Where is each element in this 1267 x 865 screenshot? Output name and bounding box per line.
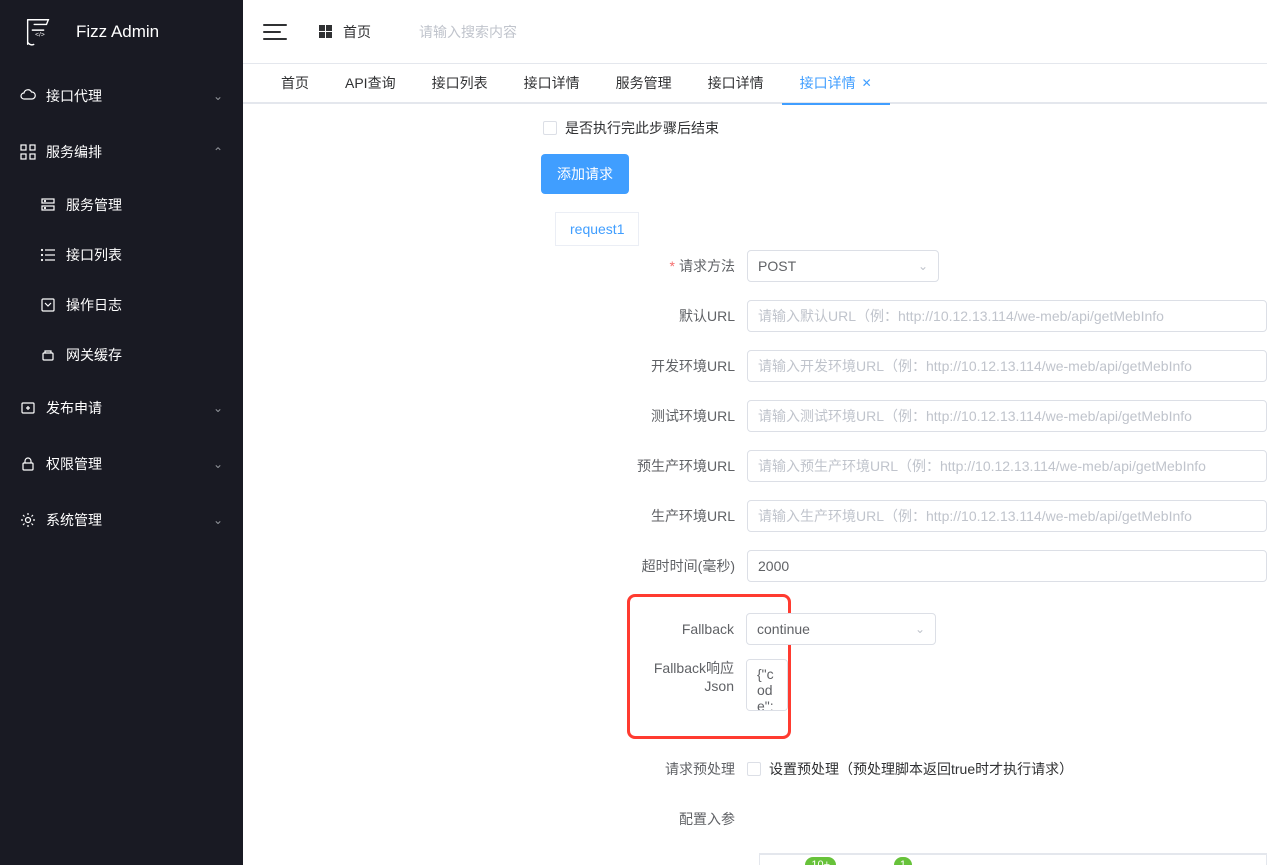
- menu-label: 接口代理: [46, 86, 213, 106]
- preprocess-check-label: 设置预处理（预处理脚本返回true时才执行请求）: [769, 759, 1073, 779]
- badge: 1: [894, 857, 912, 865]
- config-label: 配置入参: [243, 803, 747, 835]
- submenu-label: 网关缓存: [66, 345, 122, 365]
- list-icon: [40, 247, 56, 263]
- badge: 10+: [805, 857, 836, 865]
- chevron-up-icon: ⌃: [213, 145, 223, 159]
- tab-home[interactable]: 首页: [263, 63, 327, 103]
- breadcrumb-home[interactable]: 首页: [319, 22, 371, 42]
- end-after-step-row: 是否执行完此步骤后结束: [243, 118, 1267, 138]
- submenu-label: 服务管理: [66, 195, 122, 215]
- default-url-input[interactable]: [747, 300, 1267, 332]
- svg-text:</>: </>: [35, 32, 45, 39]
- app-name: Fizz Admin: [76, 22, 159, 42]
- form-content: 是否执行完此步骤后结束 添加请求 request1 请求方法 POST ⌄ 默认…: [243, 104, 1267, 865]
- chevron-down-icon: ⌄: [213, 457, 223, 471]
- param-config-box: 请求体10+ 请求头1 Query参数 脚本 ＋ 添加: [759, 853, 1267, 865]
- menu-service-orch[interactable]: 服务编排 ⌃: [0, 124, 243, 180]
- page-tabs: 首页 API查询 接口列表 接口详情 服务管理 接口详情 接口详情✕: [243, 64, 1267, 104]
- logo-icon: </>: [24, 16, 52, 48]
- chevron-down-icon: ⌄: [213, 89, 223, 103]
- preprocess-checkbox[interactable]: [747, 762, 761, 776]
- test-url-label: 测试环境URL: [243, 400, 747, 432]
- menu-label: 权限管理: [46, 454, 213, 474]
- sidebar-menu: 接口代理 ⌄ 服务编排 ⌃ 服务管理 接口列表 操作日志: [0, 64, 243, 548]
- publish-icon: [20, 400, 36, 416]
- timeout-label: 超时时间(毫秒): [243, 550, 747, 582]
- submenu-label: 接口列表: [66, 245, 122, 265]
- tab-api-query[interactable]: API查询: [327, 63, 414, 103]
- add-request-button[interactable]: 添加请求: [541, 154, 629, 194]
- submenu-operation-log[interactable]: 操作日志: [0, 280, 243, 330]
- tab-service-mgmt[interactable]: 服务管理: [598, 63, 690, 103]
- preprocess-label: 请求预处理: [243, 753, 747, 785]
- menu-label: 服务编排: [46, 142, 213, 162]
- method-select[interactable]: POST ⌄: [747, 250, 939, 282]
- menu-system[interactable]: 系统管理 ⌄: [0, 492, 243, 548]
- submenu-service-mgmt[interactable]: 服务管理: [0, 180, 243, 230]
- topbar: 首页 请输入搜索内容: [243, 0, 1267, 64]
- submenu-gateway-cache[interactable]: 网关缓存: [0, 330, 243, 380]
- logo-row: </> Fizz Admin: [0, 0, 243, 64]
- menu-api-proxy[interactable]: 接口代理 ⌄: [0, 68, 243, 124]
- method-label: 请求方法: [243, 250, 747, 282]
- submenu-label: 操作日志: [66, 295, 122, 315]
- cache-icon: [40, 347, 56, 363]
- tab-api-list[interactable]: 接口列表: [414, 63, 506, 103]
- grid-icon: [20, 144, 36, 160]
- fallback-value: continue: [757, 614, 810, 644]
- menu-label: 发布申请: [46, 398, 213, 418]
- prod-url-input[interactable]: [747, 500, 1267, 532]
- chevron-down-icon: ⌄: [915, 614, 925, 644]
- test-url-input[interactable]: [747, 400, 1267, 432]
- submenu-api-list[interactable]: 接口列表: [0, 230, 243, 280]
- end-after-step-checkbox[interactable]: [543, 121, 557, 135]
- fallback-json-textarea[interactable]: [746, 659, 788, 711]
- fallback-select[interactable]: continue ⌄: [746, 613, 936, 645]
- grid-small-icon: [319, 25, 335, 39]
- default-url-label: 默认URL: [243, 300, 747, 332]
- close-icon[interactable]: ✕: [862, 76, 872, 90]
- cloud-icon: [20, 88, 36, 104]
- request-item-tab[interactable]: request1: [555, 212, 639, 246]
- breadcrumb-label: 首页: [343, 22, 371, 42]
- gear-icon: [20, 512, 36, 528]
- sidebar: </> Fizz Admin 接口代理 ⌄ 服务编排 ⌃ 服务管理 接口列表: [0, 0, 243, 865]
- lock-icon: [20, 456, 36, 472]
- menu-permission[interactable]: 权限管理 ⌄: [0, 436, 243, 492]
- main: 首页 请输入搜索内容 首页 API查询 接口列表 接口详情 服务管理 接口详情 …: [243, 0, 1267, 865]
- pre-url-label: 预生产环境URL: [243, 450, 747, 482]
- method-value: POST: [758, 251, 796, 281]
- dev-url-label: 开发环境URL: [243, 350, 747, 382]
- pre-url-input[interactable]: [747, 450, 1267, 482]
- chevron-down-icon: ⌄: [213, 401, 223, 415]
- end-after-step-label: 是否执行完此步骤后结束: [565, 118, 719, 138]
- menu-publish[interactable]: 发布申请 ⌄: [0, 380, 243, 436]
- log-icon: [40, 297, 56, 313]
- dev-url-input[interactable]: [747, 350, 1267, 382]
- tab-api-detail-1[interactable]: 接口详情: [506, 63, 598, 103]
- menu-toggle-button[interactable]: [263, 18, 291, 46]
- fallback-json-label: Fallback响应Json: [630, 659, 746, 695]
- tab-api-detail-2[interactable]: 接口详情: [690, 63, 782, 103]
- tab-api-detail-active[interactable]: 接口详情✕: [782, 63, 890, 103]
- search-placeholder[interactable]: 请输入搜索内容: [419, 22, 517, 42]
- timeout-input[interactable]: [747, 550, 1267, 582]
- menu-label: 系统管理: [46, 510, 213, 530]
- chevron-down-icon: ⌄: [918, 251, 928, 281]
- fallback-highlight-box: Fallback continue ⌄ Fallback响应Json: [627, 594, 791, 739]
- prod-url-label: 生产环境URL: [243, 500, 747, 532]
- chevron-down-icon: ⌄: [213, 513, 223, 527]
- server-icon: [40, 197, 56, 213]
- fallback-label: Fallback: [630, 613, 746, 645]
